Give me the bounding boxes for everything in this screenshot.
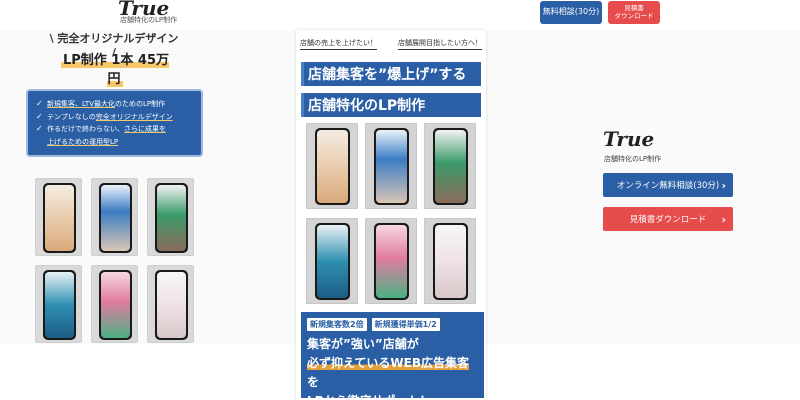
feature-text: 作るだけで終わらない、: [47, 125, 124, 133]
estimate-line2: ダウンロード: [614, 11, 654, 20]
phone-mockup: [424, 123, 476, 209]
feature-highlight: 新規集客、LTV最大化: [47, 100, 116, 108]
feature-box: ✓ 新規集客、LTV最大化のためのLP制作 ✓ テンプレなしの完全オリジナルデザイン…: [26, 89, 203, 157]
feature-highlight: さらに成果を: [124, 125, 166, 133]
free-consult-button[interactable]: 無料相談(30分): [540, 1, 602, 24]
chevron-right-icon: ›: [721, 212, 726, 226]
check-icon: ✓: [36, 124, 43, 133]
estimate-download-label: 見積書ダウンロード: [629, 215, 707, 225]
badge-acquisition-cost: 新規獲得単価1/2: [371, 318, 440, 331]
cta-text: 集客が”強い”店舗が 必ず抑えているWEB広告集客を LPから徹底サポート！: [307, 335, 478, 400]
phone-mockup: [147, 265, 194, 343]
phone-mockup: [365, 218, 417, 304]
phone-mockup: [91, 265, 138, 343]
price-text: LP制作 1本 45万円: [56, 49, 174, 87]
check-icon: ✓: [36, 99, 43, 108]
cta-line: LPから徹底サポート！: [307, 392, 478, 400]
tag-row: 店舗の売上を上げたい！ 店舗展開目指したい方へ！: [296, 38, 486, 50]
phone-mockup: [306, 123, 358, 209]
feature-item: 上げるための運用型LP: [36, 136, 193, 149]
logo-right: True: [603, 127, 655, 151]
tag-expansion: 店舗展開目指したい方へ！: [398, 38, 482, 50]
feature-highlight: 完全オリジナルデザイン: [95, 112, 173, 121]
phone-mockup: [306, 218, 358, 304]
phone-mockup: [91, 178, 138, 256]
center-banner[interactable]: 店舗の売上を上げたい！ 店舗展開目指したい方へ！ 店舗集客を”爆上げ”する 店舗…: [296, 30, 486, 400]
badge-new-customers: 新規集客数2倍: [307, 318, 367, 331]
feature-item: ✓ 新規集客、LTV最大化のためのLP制作: [36, 98, 193, 111]
feature-text: のためのLP制作: [115, 100, 166, 108]
feature-item: ✓ 作るだけで終わらない、さらに成果を: [36, 123, 193, 136]
cta-block: 新規集客数2倍 新規獲得単価1/2 集客が”強い”店舗が 必ず抑えているWEB広…: [301, 312, 484, 400]
headline-boost: 店舗集客を”爆上げ”する: [301, 62, 481, 86]
feature-text: テンプレなしの: [47, 112, 96, 121]
estimate-download-cta[interactable]: 見積書ダウンロード ›: [603, 207, 733, 231]
phone-mockup: [424, 218, 476, 304]
headline-specialized: 店舗特化のLP制作: [301, 93, 481, 117]
online-consult-label: オンライン無料相談(30分): [616, 181, 720, 191]
check-icon: ✓: [36, 111, 43, 121]
logo-right-tagline: 店舗特化のLP制作: [604, 155, 662, 163]
estimate-download-button[interactable]: 見積書 ダウンロード: [608, 1, 660, 24]
logo-tagline: 店舗特化のLP制作: [120, 16, 178, 24]
feature-item: ✓ テンプレなしの完全オリジナルデザイン: [36, 111, 193, 124]
price-value: LP制作 1本 45万円: [61, 53, 169, 87]
cta-line: 集客が”強い”店舗が: [307, 337, 419, 351]
cta-suffix: を: [307, 375, 320, 389]
phone-mockup: [365, 123, 417, 209]
chevron-right-icon: ›: [721, 178, 726, 192]
online-consult-button[interactable]: オンライン無料相談(30分) ›: [603, 173, 733, 197]
feature-highlight: 上げるための運用型LP: [47, 137, 119, 146]
phone-mockup: [35, 178, 82, 256]
cta-highlight: 必ず抑えているWEB広告集客: [307, 356, 469, 370]
tag-sales: 店舗の売上を上げたい！: [300, 38, 377, 50]
phone-mockup: [35, 265, 82, 343]
phone-mockup: [147, 178, 194, 256]
